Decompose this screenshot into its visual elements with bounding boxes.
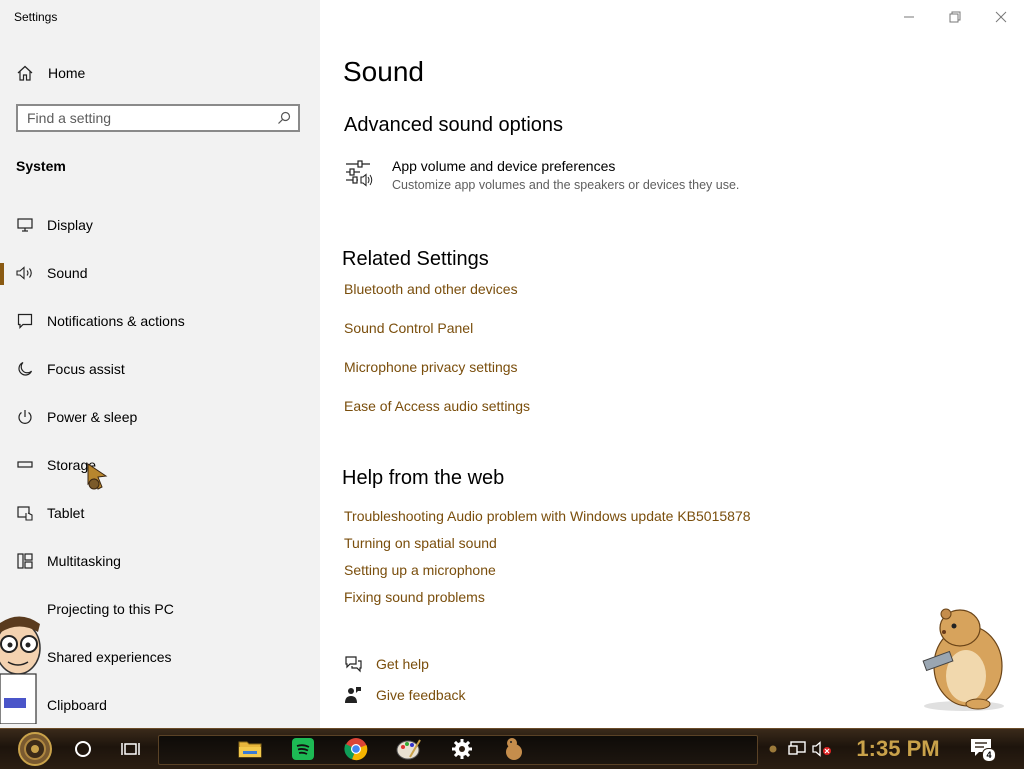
- brass-bolt-icon: [769, 745, 777, 753]
- sidebar-item-projecting[interactable]: Projecting to this PC: [0, 589, 320, 629]
- sidebar-item-label: Power & sleep: [47, 409, 138, 425]
- sidebar-item-sound[interactable]: Sound: [0, 253, 320, 293]
- multitasking-icon: [16, 552, 34, 570]
- paint-palette-icon: [396, 737, 422, 761]
- task-view-icon: [121, 741, 141, 757]
- spotify-icon: [291, 737, 315, 761]
- notifications-icon: [16, 312, 34, 330]
- sidebar-item-label: Clipboard: [47, 697, 107, 713]
- get-help-link[interactable]: Get help: [344, 655, 429, 673]
- sidebar-item-label: Shared experiences: [47, 649, 172, 665]
- speaker-muted-icon: [812, 741, 832, 757]
- link-fixing-sound-problems[interactable]: Fixing sound problems: [344, 589, 485, 605]
- give-feedback-label: Give feedback: [376, 687, 466, 703]
- gear-start-icon: [13, 731, 57, 767]
- sidebar-item-display[interactable]: Display: [0, 205, 320, 245]
- spotify-button[interactable]: [285, 729, 321, 769]
- notification-count-badge: 4: [982, 748, 996, 762]
- sidebar-item-label: Tablet: [47, 505, 85, 521]
- sidebar-item-label: Multitasking: [47, 553, 121, 569]
- sidebar-item-shared-experiences[interactable]: Shared experiences: [0, 637, 320, 677]
- sidebar-item-label: Focus assist: [47, 361, 125, 377]
- link-setting-up-microphone[interactable]: Setting up a microphone: [344, 562, 496, 578]
- section-label-system: System: [16, 158, 66, 174]
- link-sound-control-panel[interactable]: Sound Control Panel: [344, 320, 473, 336]
- sidebar-item-label: Projecting to this PC: [47, 601, 174, 617]
- display-icon: [16, 216, 34, 234]
- home-nav-item[interactable]: Home: [16, 62, 85, 84]
- cursor-icon: [84, 462, 112, 492]
- search-icon[interactable]: [270, 106, 298, 130]
- related-settings-heading: Related Settings: [342, 248, 489, 270]
- cartoon-character-decoration: [0, 612, 44, 724]
- help-web-heading: Help from the web: [342, 467, 505, 489]
- sidebar-item-multitasking[interactable]: Multitasking: [0, 541, 320, 581]
- sidebar-item-clipboard[interactable]: Clipboard: [0, 685, 320, 725]
- give-feedback-link[interactable]: Give feedback: [344, 686, 466, 704]
- taskbar: 1:35 PM 4: [0, 728, 1024, 769]
- chrome-icon: [344, 737, 368, 761]
- advanced-sound-heading: Advanced sound options: [344, 114, 564, 136]
- network-icon: [788, 741, 806, 757]
- main-content: Sound Advanced sound options App volume …: [320, 0, 1024, 728]
- link-spatial-sound[interactable]: Turning on spatial sound: [344, 535, 497, 551]
- home-label: Home: [48, 65, 86, 81]
- link-bluetooth-devices[interactable]: Bluetooth and other devices: [344, 281, 518, 297]
- help-chat-icon: [344, 655, 362, 673]
- tablet-icon: [16, 504, 34, 522]
- hamster-decoration: [916, 604, 1008, 712]
- network-button[interactable]: [786, 729, 808, 769]
- chrome-button[interactable]: [338, 729, 374, 769]
- cortana-circle-icon: [74, 740, 92, 758]
- volume-button[interactable]: [810, 729, 834, 769]
- link-ease-of-access-audio[interactable]: Ease of Access audio settings: [344, 398, 530, 414]
- search-box[interactable]: [16, 104, 300, 132]
- action-center-button[interactable]: 4: [962, 729, 1002, 769]
- link-microphone-privacy[interactable]: Microphone privacy settings: [344, 359, 518, 375]
- sidebar-item-focus-assist[interactable]: Focus assist: [0, 349, 320, 389]
- get-help-label: Get help: [376, 656, 429, 672]
- action-center-icon: 4: [970, 738, 996, 762]
- option-description: Customize app volumes and the speakers o…: [392, 178, 740, 192]
- sidebar-item-tablet[interactable]: Tablet: [0, 493, 320, 533]
- paint-button[interactable]: [391, 729, 427, 769]
- sidebar-item-label: Sound: [47, 265, 88, 281]
- moon-icon: [16, 360, 34, 378]
- hamster-app-button[interactable]: [496, 729, 532, 769]
- tray-overflow-button[interactable]: [764, 729, 782, 769]
- file-explorer-button[interactable]: [232, 729, 268, 769]
- folder-icon: [238, 739, 262, 759]
- feedback-person-icon: [344, 686, 362, 704]
- sidebar-item-power-sleep[interactable]: Power & sleep: [0, 397, 320, 437]
- gear-icon: [451, 738, 473, 760]
- clock[interactable]: 1:35 PM: [846, 729, 950, 769]
- sliders-icon: [344, 158, 374, 188]
- start-button[interactable]: [10, 729, 60, 769]
- power-icon: [16, 408, 34, 426]
- sidebar-item-label: Notifications & actions: [47, 313, 185, 329]
- sidebar: Settings Home System Display Sound Notif…: [0, 0, 320, 728]
- page-title: Sound: [343, 56, 424, 87]
- link-troubleshooting-audio[interactable]: Troubleshooting Audio problem with Windo…: [344, 508, 751, 524]
- search-input[interactable]: [18, 109, 270, 127]
- storage-icon: [16, 456, 34, 474]
- window-title: Settings: [14, 10, 58, 24]
- sidebar-item-storage[interactable]: Storage: [0, 445, 320, 485]
- task-view-button[interactable]: [114, 729, 148, 769]
- hamster-app-icon: [503, 737, 525, 761]
- search-taskbar-button[interactable]: [66, 729, 100, 769]
- app-volume-option[interactable]: App volume and device preferences Custom…: [344, 155, 739, 192]
- home-icon: [16, 64, 34, 82]
- speaker-icon: [16, 264, 34, 282]
- sidebar-item-label: Display: [47, 217, 93, 233]
- option-title: App volume and device preferences: [392, 158, 616, 174]
- settings-taskbar-button[interactable]: [444, 729, 480, 769]
- sidebar-item-notifications[interactable]: Notifications & actions: [0, 301, 320, 341]
